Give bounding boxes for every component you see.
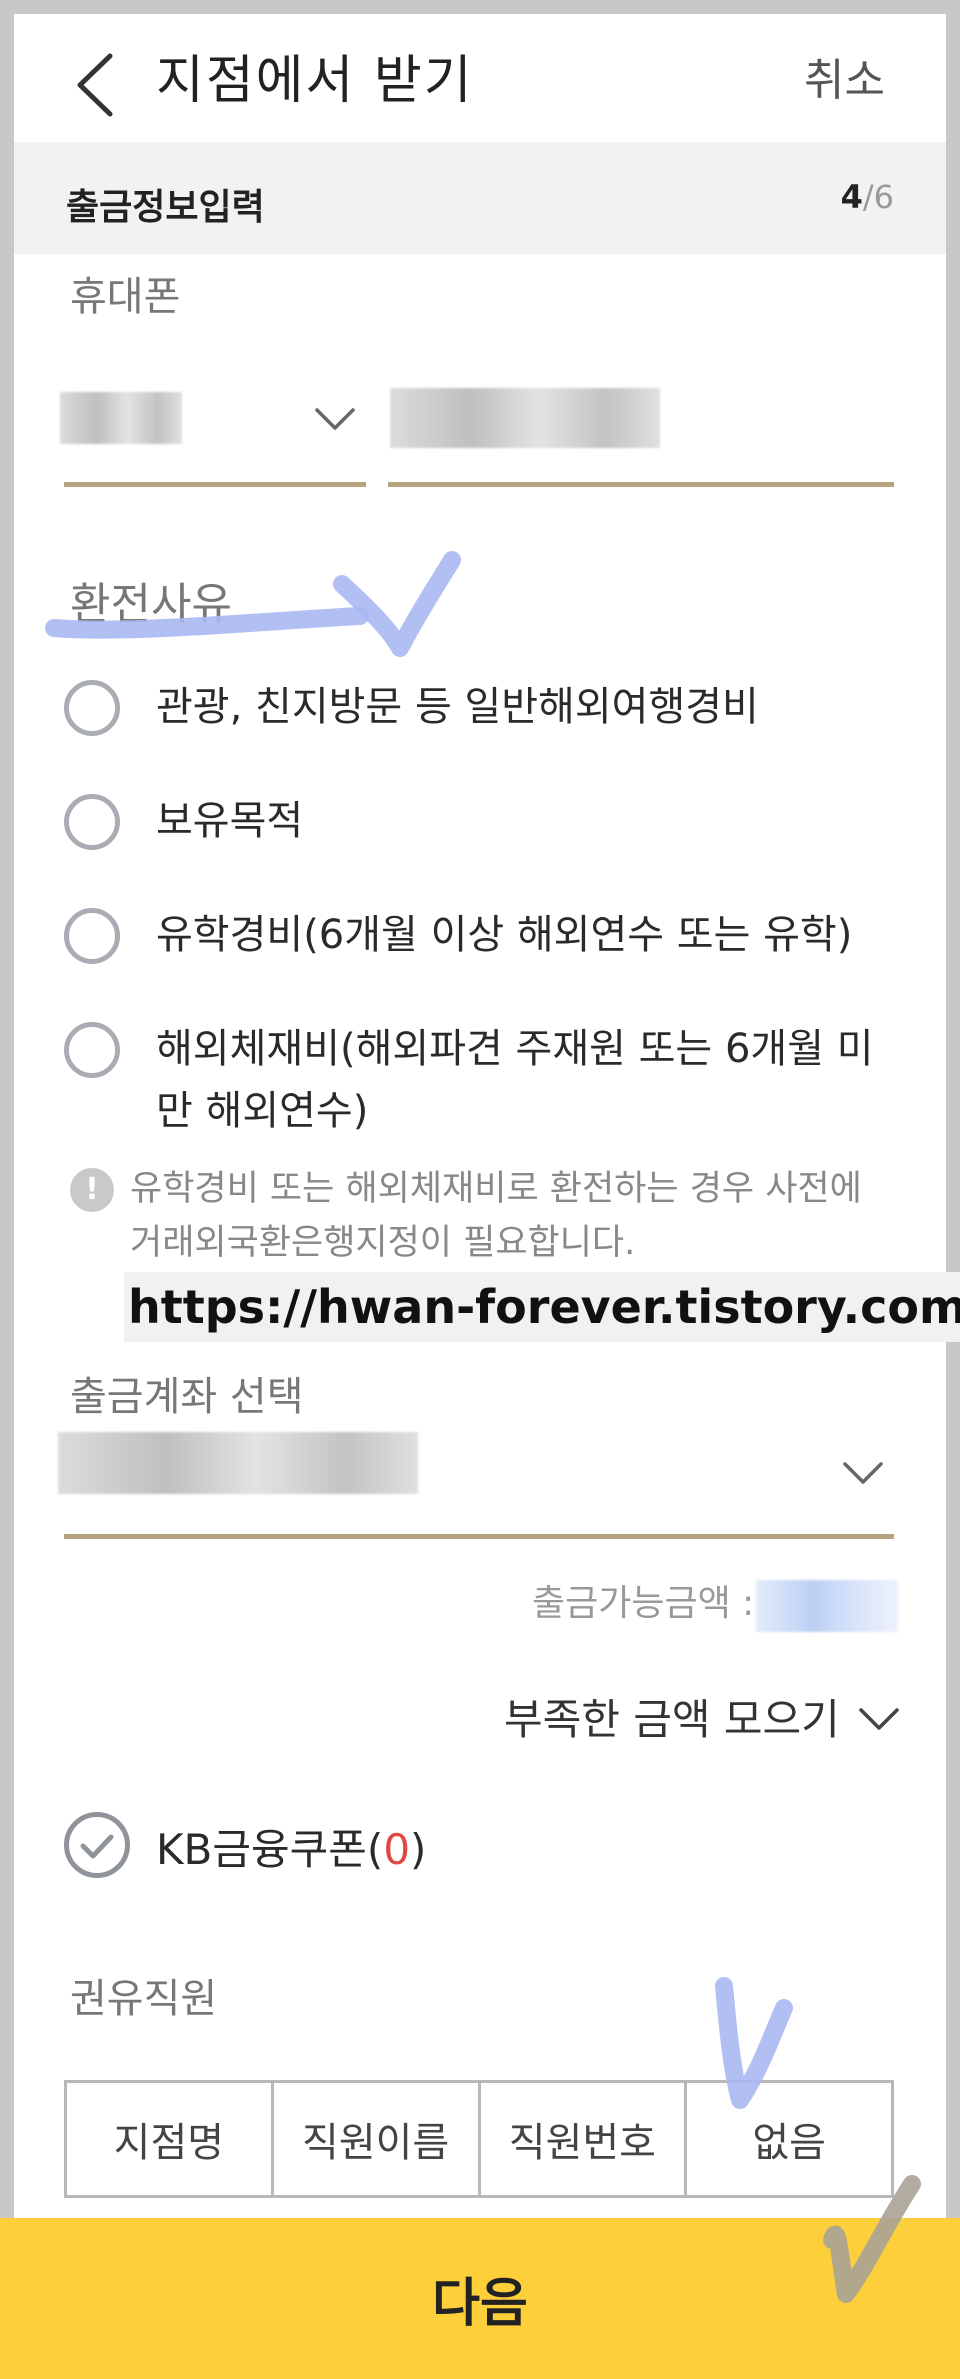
reason-option-label-line2: 만 해외연수)	[156, 1088, 369, 1134]
watermark-url: https://hwan-forever.tistory.com/	[124, 1272, 960, 1342]
check-circle-icon[interactable]	[64, 1812, 130, 1878]
coupon-count: 0	[383, 1825, 411, 1874]
phone-number-input[interactable]	[388, 360, 894, 487]
staff-option-number[interactable]: 직원번호	[481, 2083, 688, 2195]
next-button[interactable]: 다음	[0, 2218, 960, 2379]
notice-line-2: 거래외국환은행지정이 필요합니다.	[130, 1223, 636, 1263]
device-frame-left	[0, 0, 14, 2379]
step-title: 출금정보입력	[66, 187, 265, 228]
collect-shortfall-label: 부족한 금액 모으기	[504, 1695, 840, 1744]
step-total: 6	[873, 178, 894, 216]
info-icon: !	[70, 1168, 114, 1212]
coupon-prefix: KB금융쿠폰(	[156, 1825, 384, 1874]
cancel-button[interactable]: 취소	[804, 44, 885, 108]
reason-option-label: 보유목적	[156, 798, 304, 844]
device-frame-right	[946, 0, 960, 2379]
staff-option-none[interactable]: 없음	[687, 2083, 891, 2195]
staff-options: 지점명 직원이름 직원번호 없음	[64, 2080, 894, 2198]
step-counter: 4/6	[841, 178, 894, 216]
step-current: 4	[840, 178, 863, 216]
device-frame-top	[0, 0, 960, 14]
redacted-value	[60, 392, 182, 444]
radio-button[interactable]	[64, 680, 120, 736]
notice-text: 유학경비 또는 해외체재비로 환전하는 경우 사전에 거래외국환은행지정이 필요…	[130, 1162, 890, 1270]
radio-button[interactable]	[64, 794, 120, 850]
coupon-label: KB금융쿠폰(0)	[156, 1816, 426, 1877]
reason-option-label-line1: 해외체재비(해외파견 주재원 또는 6개월 미	[156, 1026, 874, 1072]
staff-option-branch[interactable]: 지점명	[67, 2083, 274, 2195]
available-amount-redacted	[756, 1580, 898, 1632]
collect-shortfall-toggle[interactable]: 부족한 금액 모으기	[504, 1686, 840, 1747]
reason-option-label: 관광, 친지방문 등 일반해외여행경비	[156, 684, 759, 730]
coupon-suffix: )	[410, 1825, 427, 1874]
radio-button[interactable]	[64, 1022, 120, 1078]
annotation-checkmark-reason	[333, 551, 461, 657]
notice-line-1: 유학경비 또는 해외체재비로 환전하는 경우 사전에	[130, 1169, 862, 1209]
phone-prefix-select[interactable]	[60, 360, 366, 487]
redacted-value	[58, 1432, 418, 1494]
staff-label: 권유직원	[70, 1976, 218, 2022]
radio-button[interactable]	[64, 908, 120, 964]
chevron-down-icon	[843, 1462, 883, 1484]
phone-label: 휴대폰	[70, 274, 181, 320]
chevron-down-icon	[859, 1708, 899, 1730]
available-amount-label: 출금가능금액 :	[532, 1583, 755, 1624]
step-bar: 출금정보입력 4/6	[14, 142, 946, 254]
back-arrow-icon[interactable]	[72, 52, 122, 118]
reason-option-label: 유학경비(6개월 이상 해외연수 또는 유학)	[156, 912, 853, 958]
staff-option-name[interactable]: 직원이름	[274, 2083, 481, 2195]
page-title: 지점에서 받기	[156, 51, 474, 111]
chevron-down-icon	[315, 408, 355, 430]
redacted-value	[390, 388, 660, 448]
step-separator: /	[862, 178, 874, 216]
account-select[interactable]	[58, 1410, 894, 1539]
exchange-reason-label: 환전사유	[70, 579, 232, 630]
